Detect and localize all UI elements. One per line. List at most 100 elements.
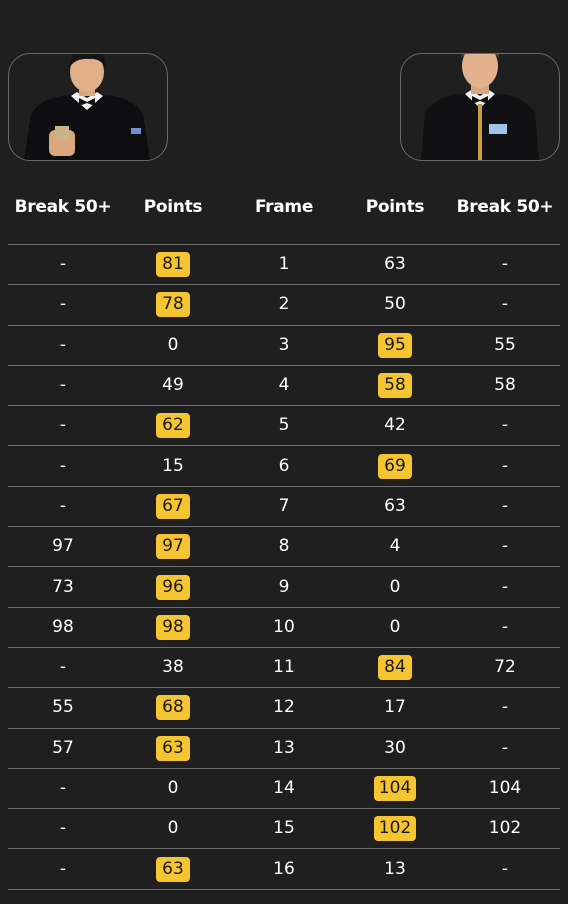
frame-number-cell: 14: [228, 769, 340, 808]
points-left-cell: 63: [118, 850, 228, 889]
break-left-cell-value: -: [59, 455, 67, 476]
break-right-cell-value: -: [501, 455, 509, 476]
break-right-cell-value: -: [501, 536, 509, 557]
break-left-cell-value: -: [59, 818, 67, 839]
break-left-cell-value: -: [59, 334, 67, 355]
break-right-cell: 55: [450, 326, 560, 365]
break-left-cell-value: -: [59, 657, 67, 678]
break-right-cell-value: -: [501, 576, 509, 597]
break-right-cell: -: [450, 688, 560, 727]
points-right-cell-value: 17: [384, 697, 406, 718]
winning-points-badge: 97: [156, 534, 190, 560]
points-right-cell: 30: [340, 729, 450, 768]
player-1-photo: [24, 54, 150, 160]
break-left-cell-value: 97: [52, 536, 74, 557]
break-left-cell: 55: [8, 688, 118, 727]
points-right-cell: 104: [340, 769, 450, 808]
break-right-cell-value: -: [501, 737, 509, 758]
header-points-right: Points: [365, 197, 425, 217]
break-right-cell: -: [450, 608, 560, 647]
frame-number-cell: 11: [228, 648, 340, 687]
points-left-cell: 15: [118, 447, 228, 486]
break-left-cell-value: -: [59, 415, 67, 436]
winning-points-badge: 58: [378, 373, 412, 399]
points-right-cell-value: 63: [384, 495, 406, 516]
break-right-cell: 58: [450, 366, 560, 405]
break-right-cell-value: -: [501, 254, 509, 275]
winning-points-badge: 78: [156, 292, 190, 318]
break-left-cell: -: [8, 487, 118, 526]
break-left-cell: 73: [8, 568, 118, 607]
points-right-cell: 63: [340, 487, 450, 526]
points-right-cell: 69: [340, 447, 450, 486]
break-left-cell: 57: [8, 729, 118, 768]
frame-number-cell: 4: [228, 366, 340, 405]
frame-number-cell-value: 13: [273, 737, 295, 758]
frame-number-cell-value: 7: [278, 495, 290, 516]
frame-number-cell: 16: [228, 850, 340, 889]
frame-number-cell: 5: [228, 406, 340, 445]
break-left-cell-value: 55: [52, 697, 74, 718]
header-frame: Frame: [254, 197, 314, 217]
points-left-cell-value: 38: [162, 657, 184, 678]
points-left-cell: 0: [118, 326, 228, 365]
break-right-cell: -: [450, 245, 560, 284]
points-left-cell-value: 0: [167, 818, 179, 839]
break-right-cell-value: 72: [494, 657, 516, 678]
frame-number-cell-value: 2: [278, 294, 290, 315]
frame-number-cell: 7: [228, 487, 340, 526]
points-right-cell-value: 63: [384, 254, 406, 275]
points-right-cell: 42: [340, 406, 450, 445]
break-right-cell: 72: [450, 648, 560, 687]
break-left-cell: -: [8, 285, 118, 324]
break-left-cell: -: [8, 769, 118, 808]
winning-points-badge: 67: [156, 493, 190, 519]
break-left-cell-value: -: [59, 858, 67, 879]
break-right-cell-value: -: [501, 495, 509, 516]
points-right-cell: 0: [340, 608, 450, 647]
frame-row: - 62 5 42 -: [8, 406, 560, 447]
break-left-cell: -: [8, 648, 118, 687]
points-right-cell-value: 0: [389, 616, 401, 637]
break-right-cell-value: -: [501, 697, 509, 718]
break-right-cell: -: [450, 406, 560, 445]
points-right-cell-value: 50: [384, 294, 406, 315]
frame-number-cell-value: 1: [278, 254, 290, 275]
points-right-cell-value: 30: [384, 737, 406, 758]
break-right-cell: 104: [450, 769, 560, 808]
break-right-cell: -: [450, 527, 560, 566]
points-left-cell: 68: [118, 688, 228, 727]
frame-number-cell: 1: [228, 245, 340, 284]
break-left-cell-value: -: [59, 778, 67, 798]
points-left-cell-value: 0: [167, 778, 179, 798]
frame-row: 55 68 12 17 -: [8, 688, 560, 729]
points-left-cell: 96: [118, 568, 228, 607]
frame-row: - 0 3 95 55: [8, 326, 560, 366]
break-left-cell-value: -: [59, 254, 67, 275]
break-right-cell-value: 58: [494, 375, 516, 396]
frame-row: 97 97 8 4 -: [8, 527, 560, 568]
break-right-cell: -: [450, 487, 560, 526]
player-2-card: [400, 53, 560, 161]
break-right-cell-value: -: [501, 294, 509, 315]
player-1-card: [8, 53, 168, 161]
winning-points-badge: 102: [373, 816, 417, 842]
points-left-cell-value: 15: [162, 455, 184, 476]
break-left-cell-value: -: [59, 294, 67, 315]
frame-number-cell: 12: [228, 688, 340, 727]
frame-number-cell: 15: [228, 809, 340, 848]
frame-row: - 63 16 13 -: [8, 849, 560, 890]
break-left-cell: -: [8, 245, 118, 284]
break-right-cell: -: [450, 447, 560, 486]
frame-number-cell-value: 6: [278, 455, 290, 476]
winning-points-badge: 96: [156, 574, 190, 600]
points-right-cell: 17: [340, 688, 450, 727]
break-right-cell-value: 102: [488, 818, 522, 839]
break-right-cell: -: [450, 850, 560, 889]
break-right-cell: -: [450, 729, 560, 768]
frame-number-cell-value: 16: [273, 858, 295, 879]
points-right-cell-value: 42: [384, 415, 406, 436]
points-right-cell: 84: [340, 648, 450, 687]
frame-number-cell-value: 12: [273, 697, 295, 718]
points-right-cell: 95: [340, 326, 450, 365]
